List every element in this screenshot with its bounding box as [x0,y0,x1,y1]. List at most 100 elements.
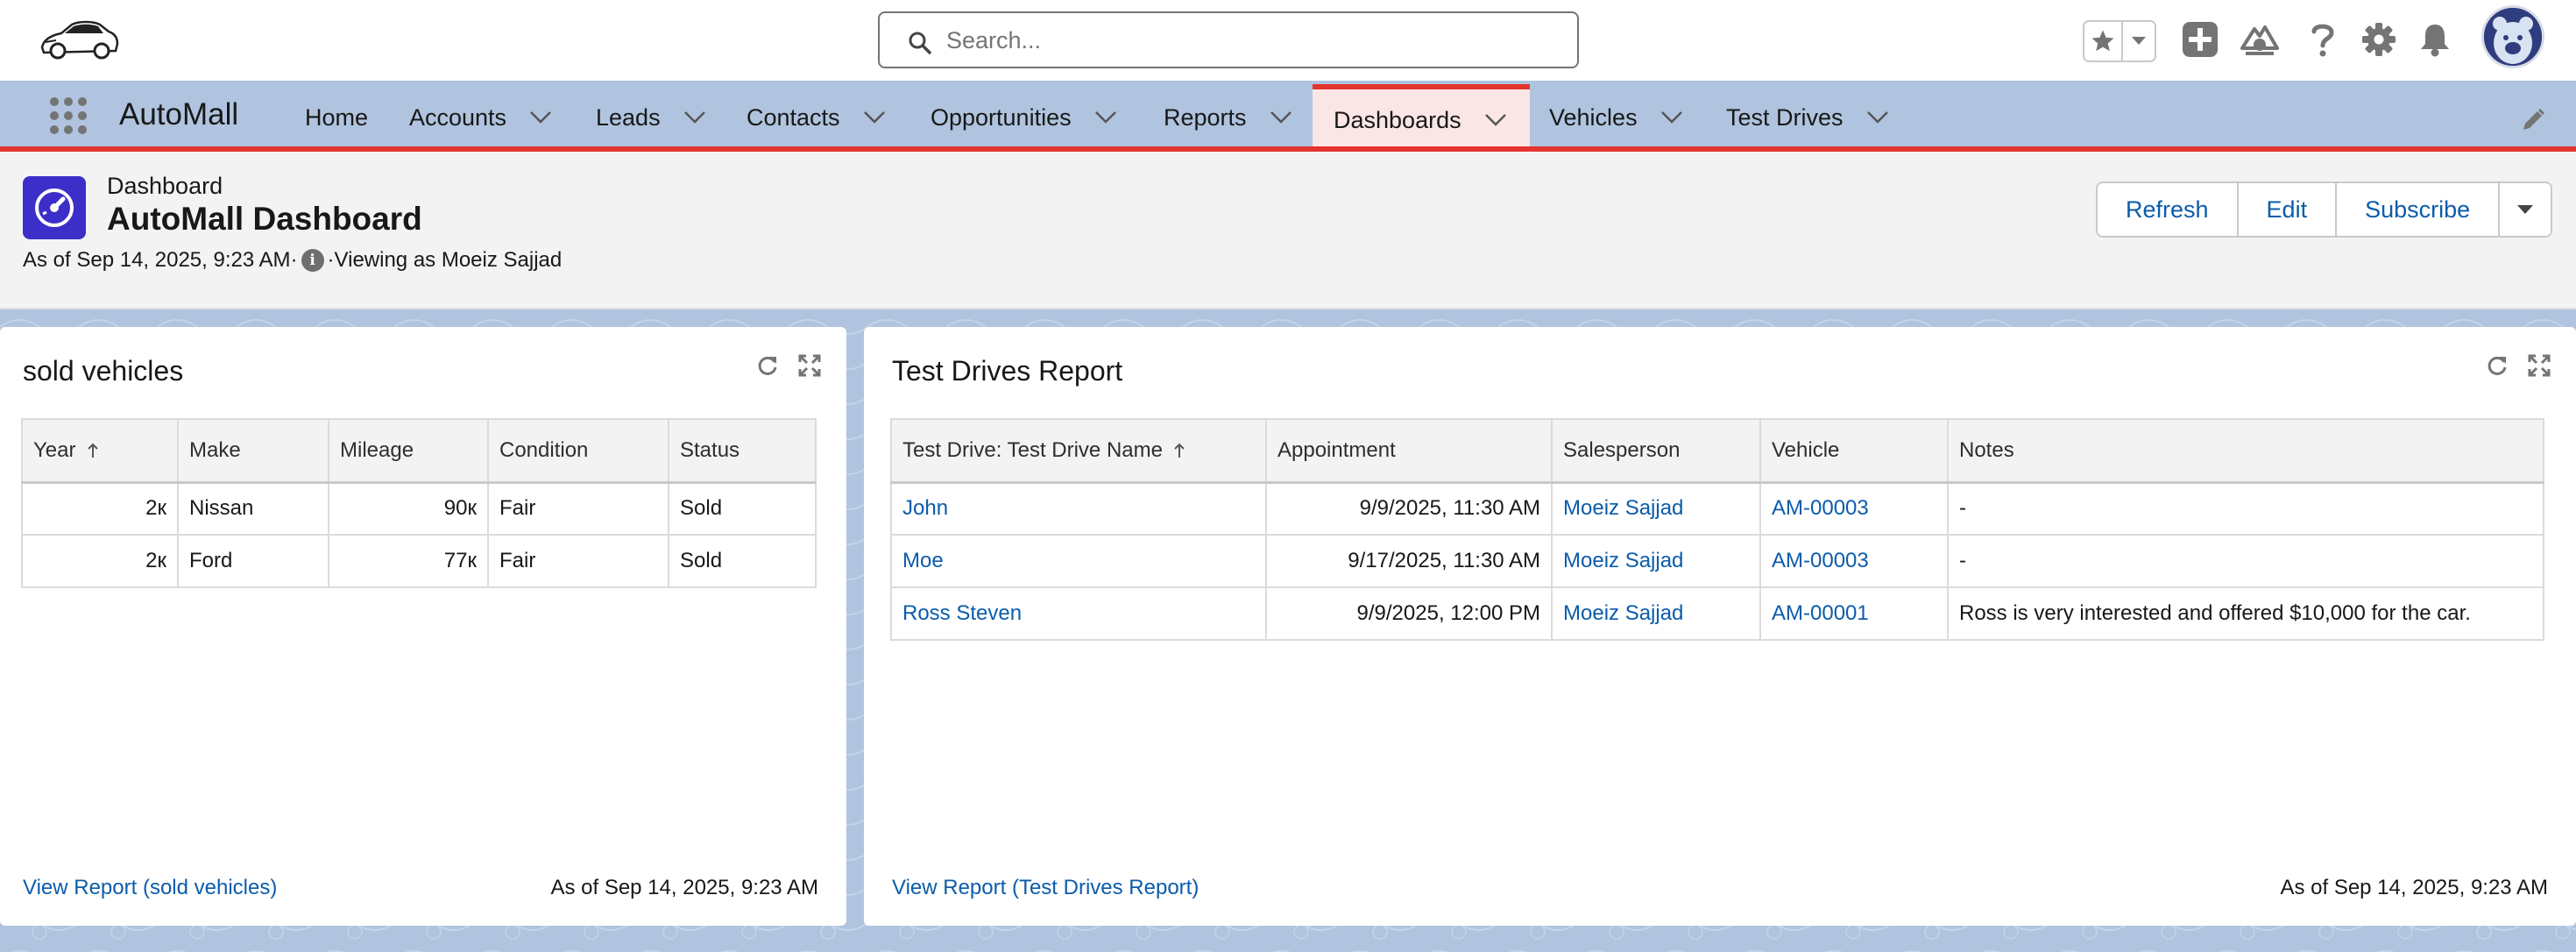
test-drives-table: Test Drive: Test Drive Name Appointment … [890,418,2544,641]
chevron-down-icon[interactable] [1094,110,1117,124]
bell-icon [2421,25,2449,57]
column-header-appointment[interactable]: Appointment [1265,418,1553,484]
app-launcher-icon[interactable] [49,96,88,135]
edit-nav-pencil-icon[interactable] [2520,107,2546,133]
tab-dashboards[interactable]: Dashboards [1313,84,1530,151]
table-row: John 9/9/2025, 11:30 AM Moeiz Sajjad AM-… [890,481,2544,536]
cell-vehicle-link[interactable]: AM-00003 [1759,481,1949,536]
cell-make: Nissan [177,481,329,536]
cell-appointment: 9/9/2025, 11:30 AM [1265,481,1553,536]
favorites-menu-button[interactable] [2123,22,2155,60]
cell-vehicle-link[interactable]: AM-00001 [1759,586,1949,641]
dashboard-meta: As of Sep 14, 2025, 9:23 AM· i ·Viewing … [23,248,562,273]
tab-label: Reports [1164,103,1247,131]
tab-opportunities[interactable]: Opportunities [931,84,1117,151]
tab-label: Contacts [747,103,840,131]
tab-label: Vehicles [1549,103,1638,131]
cell-test-drive-name-link[interactable]: Ross Steven [890,586,1267,641]
avatar-bear-icon [2484,8,2542,66]
global-search[interactable] [878,11,1579,68]
chevron-down-icon[interactable] [1660,110,1683,124]
tab-label: Leads [596,103,661,131]
chevron-down-icon[interactable] [529,110,552,124]
table-row: 2к Ford 77к Fair Sold [21,534,817,588]
cell-mileage: 90к [328,481,489,536]
notifications-button[interactable] [2415,19,2455,60]
column-header-condition[interactable]: Condition [487,418,669,484]
search-input[interactable] [946,22,1551,59]
chevron-down-icon[interactable] [1484,113,1507,127]
edit-button[interactable]: Edit [2238,183,2338,236]
column-label: Year [33,437,76,462]
column-header-year[interactable]: Year [21,418,179,484]
setup-button[interactable] [2359,19,2399,60]
help-button[interactable] [2303,19,2343,60]
tab-test-drives[interactable]: Test Drives [1726,84,1889,151]
trailhead-icon [2240,25,2279,55]
subscribe-button[interactable]: Subscribe [2337,183,2501,236]
view-report-link[interactable]: View Report (sold vehicles) [23,876,277,900]
column-header-vehicle[interactable]: Vehicle [1759,418,1949,484]
cell-mileage: 77к [328,534,489,588]
tab-label: Dashboards [1334,106,1461,133]
dashboard-icon [23,176,86,239]
add-icon [2183,22,2218,57]
cell-condition: Fair [487,481,669,536]
cell-test-drive-name-link[interactable]: Moe [890,534,1267,588]
refresh-icon[interactable] [755,353,780,378]
view-report-link[interactable]: View Report (Test Drives Report) [892,876,1199,900]
cell-salesperson-link[interactable]: Moeiz Sajjad [1551,534,1761,588]
info-icon[interactable]: i [301,249,324,272]
column-header-test-drive-name[interactable]: Test Drive: Test Drive Name [890,418,1267,484]
tab-accounts[interactable]: Accounts [409,84,552,151]
favorites-star-icon [2091,30,2114,52]
table-header-row: Test Drive: Test Drive Name Appointment … [890,418,2544,484]
cell-salesperson-link[interactable]: Moeiz Sajjad [1551,586,1761,641]
more-actions-button[interactable] [2500,183,2551,236]
cell-test-drive-name-link[interactable]: John [890,481,1267,536]
cell-appointment: 9/9/2025, 12:00 PM [1265,586,1553,641]
sold-vehicles-card: sold vehicles Year Make Mileage Conditio… [0,327,846,926]
car-logo-icon[interactable] [39,16,119,63]
tab-label: Opportunities [931,103,1072,131]
refresh-icon[interactable] [2485,353,2509,378]
card-title: Test Drives Report [892,355,1123,387]
tab-vehicles[interactable]: Vehicles [1549,84,1683,151]
column-header-notes[interactable]: Notes [1947,418,2544,484]
viewing-as-text: ·Viewing as Moeiz Sajjad [327,248,563,272]
tab-home[interactable]: Home [305,84,368,151]
cell-vehicle-link[interactable]: AM-00003 [1759,534,1949,588]
refresh-button[interactable]: Refresh [2098,183,2239,236]
tab-reports[interactable]: Reports [1164,84,1292,151]
expand-icon[interactable] [797,353,822,378]
chevron-down-icon[interactable] [1270,110,1292,124]
gauge-icon [35,188,74,227]
as-of-text: As of Sep 14, 2025, 9:23 AM· [23,248,298,272]
dashboard-type-label: Dashboard [107,173,223,199]
search-icon [909,32,931,54]
dashboard-header: Dashboard AutoMall Dashboard As of Sep 1… [0,152,2576,309]
tab-label: Home [305,103,369,131]
chevron-down-icon[interactable] [863,110,886,124]
chevron-down-icon[interactable] [683,110,706,124]
table-header-row: Year Make Mileage Condition Status [21,418,817,484]
avatar[interactable] [2481,5,2544,68]
tab-contacts[interactable]: Contacts [747,84,886,151]
table-row: 2к Nissan 90к Fair Sold [21,481,817,536]
cell-salesperson-link[interactable]: Moeiz Sajjad [1551,481,1761,536]
column-header-salesperson[interactable]: Salesperson [1551,418,1761,484]
favorites-button[interactable] [2084,22,2123,60]
column-header-mileage[interactable]: Mileage [328,418,489,484]
column-header-status[interactable]: Status [668,418,817,484]
sort-ascending-icon[interactable] [1173,443,1185,458]
global-actions-button[interactable] [2180,19,2220,60]
sort-ascending-icon[interactable] [87,443,99,458]
column-header-make[interactable]: Make [177,418,329,484]
trailhead-button[interactable] [2240,19,2280,60]
cell-year: 2к [21,481,179,536]
expand-icon[interactable] [2527,353,2551,378]
sold-vehicles-table: Year Make Mileage Condition Status 2к Ni… [21,418,817,588]
table-row: Moe 9/17/2025, 11:30 AM Moeiz Sajjad AM-… [890,534,2544,588]
chevron-down-icon[interactable] [1866,110,1889,124]
tab-leads[interactable]: Leads [596,84,706,151]
